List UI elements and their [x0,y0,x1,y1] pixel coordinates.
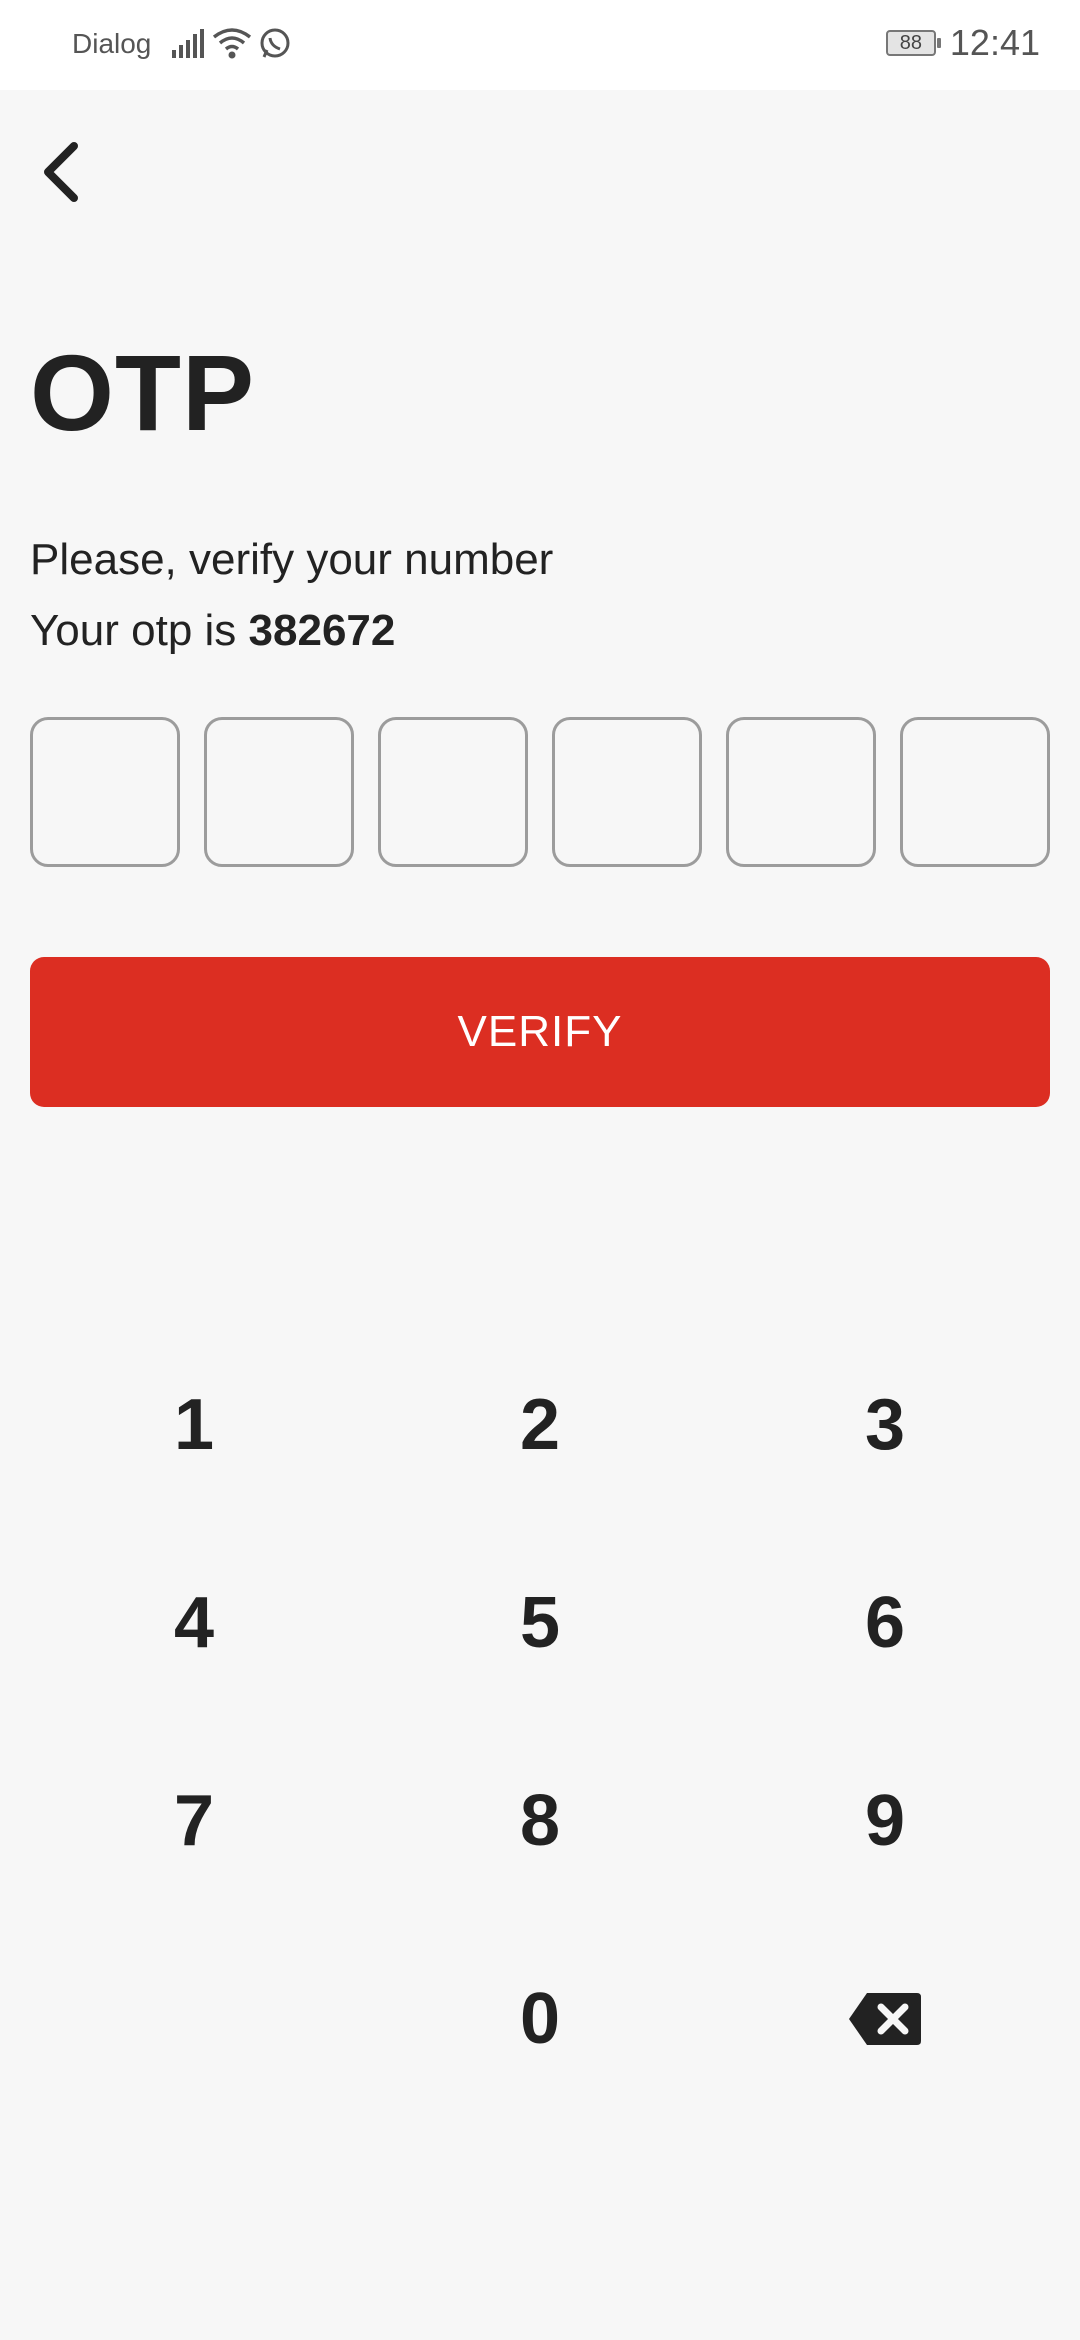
carrier-label: Dialog [72,28,152,59]
otp-digit-1[interactable] [30,717,180,867]
otp-digit-2[interactable] [204,717,354,867]
chevron-left-icon [44,142,78,202]
key-5[interactable]: 5 [390,1548,690,1698]
status-icons [170,24,292,64]
otp-hint: Your otp is 382672 [30,606,395,656]
key-0[interactable]: 0 [390,1944,690,2094]
battery-icon: 88 [885,30,941,56]
whatsapp-icon [260,28,290,58]
key-7[interactable]: 7 [44,1746,344,1896]
key-8[interactable]: 8 [390,1746,690,1896]
otp-digit-5[interactable] [726,717,876,867]
backspace-icon [849,1993,921,2045]
signal-icon [172,29,204,58]
otp-digit-6[interactable] [900,717,1050,867]
status-bar: Dialog 88 12:41 [0,0,1080,90]
verify-subtitle: Please, verify your number [30,535,554,584]
key-9[interactable]: 9 [735,1746,1035,1896]
otp-code: 382672 [248,606,396,655]
otp-digit-4[interactable] [552,717,702,867]
key-3[interactable]: 3 [735,1350,1035,1500]
status-time: 12:41 [949,22,1040,63]
back-button[interactable] [30,130,90,210]
status-right: 88 12:41 [885,22,1040,64]
wifi-icon [212,28,252,59]
page-title: OTP [30,332,256,453]
key-6[interactable]: 6 [735,1548,1035,1698]
key-2[interactable]: 2 [390,1350,690,1500]
otp-prefix: Your otp is [30,606,249,655]
key-1[interactable]: 1 [44,1350,344,1500]
otp-input-group [30,717,1050,867]
key-4[interactable]: 4 [44,1548,344,1698]
otp-digit-3[interactable] [378,717,528,867]
backspace-key[interactable] [735,1944,1035,2094]
verify-button[interactable]: VERIFY [30,957,1050,1107]
